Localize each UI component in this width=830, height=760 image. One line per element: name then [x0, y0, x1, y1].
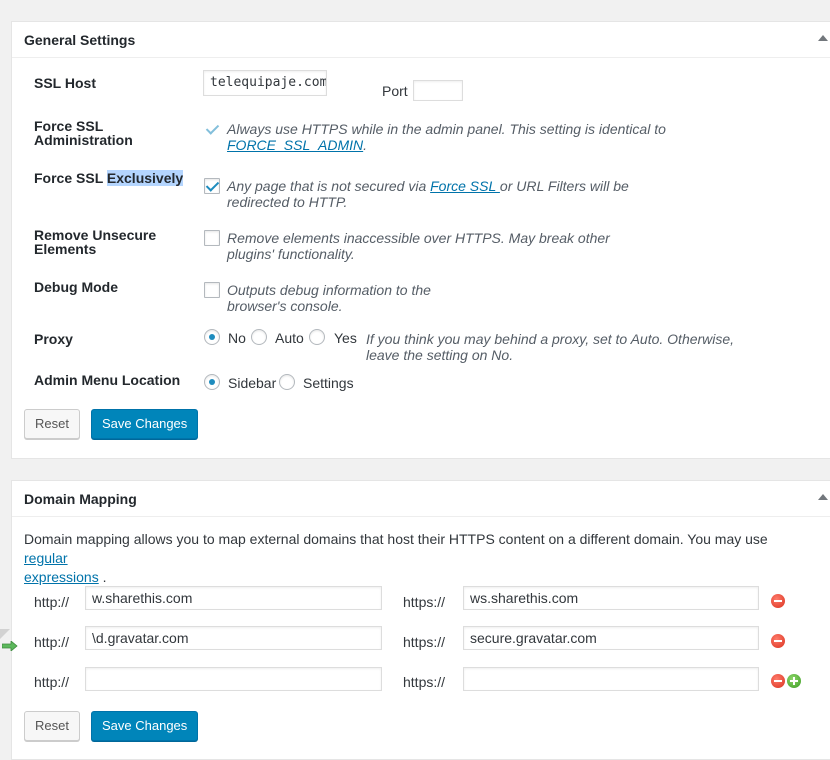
remove-row-icon[interactable]: [771, 674, 785, 688]
https-label: https://: [403, 634, 446, 650]
general-settings-title: General Settings: [24, 32, 136, 48]
admin-menu-sidebar-label: Sidebar: [228, 375, 277, 391]
debug-mode-checkbox[interactable]: [204, 282, 220, 298]
admin-menu-sidebar-radio[interactable]: [204, 374, 220, 390]
force-ssl-admin-link[interactable]: FORCE_SSL_ADMIN: [227, 137, 363, 153]
force-ssl-admin-desc-2: FORCE_SSL_ADMIN.: [227, 137, 368, 153]
http-label: http://: [34, 674, 70, 690]
force-ssl-exclusive-desc-2: redirected to HTTP.: [227, 194, 348, 210]
remove-unsecure-desc-1: Remove elements inaccessible over HTTPS.…: [227, 230, 610, 246]
force-ssl-admin-label-1: Force SSL: [34, 118, 104, 134]
remove-row-icon[interactable]: [771, 634, 785, 648]
port-label: Port: [382, 83, 408, 99]
ssl-host-label: SSL Host: [34, 75, 96, 91]
force-ssl-admin-desc-1: Always use HTTPS while in the admin pane…: [227, 121, 666, 137]
proxy-no-radio[interactable]: [204, 329, 220, 345]
proxy-no-label: No: [228, 330, 246, 346]
force-ssl-admin-label-2: Administration: [34, 132, 133, 148]
ssl-host-input[interactable]: telequipaje.com: [203, 70, 327, 96]
proxy-desc-2: leave the setting on No.: [366, 347, 514, 363]
admin-menu-settings-label: Settings: [303, 375, 354, 391]
https-label: https://: [403, 594, 446, 610]
general-settings-header[interactable]: General Settings: [12, 22, 830, 58]
debug-mode-desc-2: browser's console.: [227, 298, 343, 314]
proxy-yes-radio[interactable]: [309, 329, 325, 345]
proxy-desc-1: If you think you may behind a proxy, set…: [366, 331, 735, 347]
domain-mapping-intro: Domain mapping allows you to map externa…: [24, 531, 768, 585]
general-reset-button[interactable]: Reset: [24, 409, 80, 439]
proxy-auto-label: Auto: [275, 330, 304, 346]
general-save-button[interactable]: Save Changes: [91, 409, 199, 439]
map-to-input-2[interactable]: secure.gravatar.com: [463, 626, 759, 650]
add-row-icon[interactable]: [787, 674, 801, 688]
drag-cursor-icon: [0, 629, 10, 639]
force-ssl-link[interactable]: Force SSL: [430, 178, 500, 194]
proxy-label: Proxy: [34, 331, 73, 347]
remove-unsecure-label-2: Elements: [34, 241, 97, 257]
debug-mode-desc-1: Outputs debug information to the: [227, 282, 431, 298]
remove-unsecure-desc-2: plugins' functionality.: [227, 246, 355, 262]
admin-menu-label: Admin Menu Location: [34, 372, 181, 388]
selected-text-highlight: Exclusively: [106, 170, 184, 186]
map-from-input-1[interactable]: w.sharethis.com: [85, 586, 382, 610]
http-label: http://: [34, 594, 70, 610]
http-label: http://: [34, 634, 70, 650]
force-ssl-exclusive-label: Force SSL Exclusively: [34, 170, 184, 186]
map-from-input-2[interactable]: \d.gravatar.com: [85, 626, 382, 650]
force-ssl-exclusive-desc-1: Any page that is not secured via Force S…: [227, 178, 629, 194]
collapse-arrow-icon[interactable]: [818, 494, 828, 500]
map-from-input-3[interactable]: [85, 667, 382, 691]
admin-menu-settings-radio[interactable]: [279, 374, 295, 390]
domain-mapping-header[interactable]: Domain Mapping: [12, 481, 830, 517]
remove-unsecure-label-1: Remove Unsecure: [34, 227, 157, 243]
remove-unsecure-checkbox[interactable]: [204, 230, 220, 246]
regular-expressions-link-2[interactable]: expressions: [24, 569, 99, 585]
domain-reset-button[interactable]: Reset: [24, 711, 80, 741]
debug-mode-label: Debug Mode: [34, 279, 118, 295]
green-arrow-icon: [2, 641, 18, 651]
force-ssl-admin-checkbox[interactable]: [204, 121, 220, 137]
collapse-arrow-icon[interactable]: [818, 35, 828, 41]
proxy-auto-radio[interactable]: [251, 329, 267, 345]
remove-row-icon[interactable]: [771, 594, 785, 608]
map-to-input-3[interactable]: [463, 667, 759, 691]
domain-mapping-title: Domain Mapping: [24, 491, 137, 507]
map-to-input-1[interactable]: ws.sharethis.com: [463, 586, 759, 610]
force-ssl-exclusive-checkbox[interactable]: [204, 178, 220, 194]
regular-expressions-link[interactable]: regular: [24, 550, 68, 566]
https-label: https://: [403, 674, 446, 690]
port-input[interactable]: [413, 80, 463, 101]
proxy-yes-label: Yes: [334, 330, 357, 346]
domain-save-button[interactable]: Save Changes: [91, 711, 199, 741]
general-settings-panel: General Settings SSL Host telequipaje.co…: [11, 21, 830, 459]
domain-mapping-panel: Domain Mapping Domain mapping allows you…: [11, 480, 830, 760]
